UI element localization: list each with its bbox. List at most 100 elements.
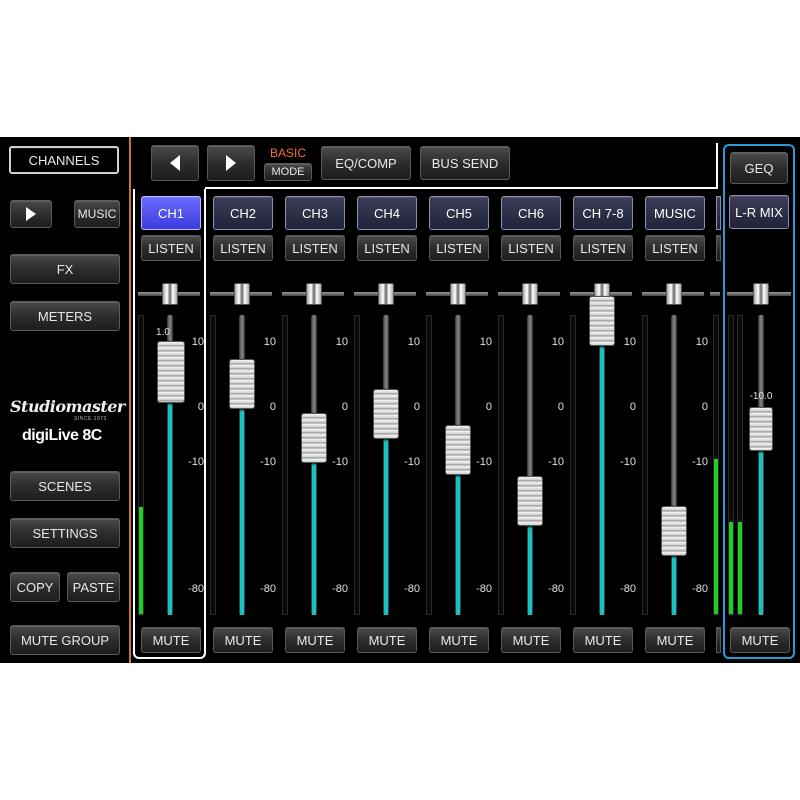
listen-button-8[interactable]: LISTEN <box>645 235 705 261</box>
level-meter-5 <box>426 315 432 615</box>
master-channel-tab[interactable]: L-R MIX <box>729 195 789 229</box>
mute-button-7[interactable]: MUTE <box>573 627 633 653</box>
bus-send-button[interactable]: BUS SEND <box>420 146 510 180</box>
mute-group-button[interactable]: MUTE GROUP <box>10 625 120 655</box>
channel-tab-2[interactable]: CH2 <box>213 196 273 230</box>
channel-tab-8[interactable]: MUSIC <box>645 196 705 230</box>
channel-scale-minus-80-6: -80 <box>548 583 564 595</box>
channel-scale-minus-10-4: -10 <box>404 456 420 468</box>
channel-tab-5[interactable]: CH5 <box>429 196 489 230</box>
master-pan-knob[interactable] <box>753 283 769 305</box>
channel-tab-1[interactable]: CH1 <box>141 196 201 230</box>
fx-button[interactable]: FX <box>10 254 120 284</box>
pan-knob-2[interactable] <box>234 283 250 305</box>
copy-button[interactable]: COPY <box>10 572 60 602</box>
channel-scale-plus-10-1: 10 <box>191 336 204 348</box>
level-meter-2 <box>210 315 216 615</box>
channel-area-line-right <box>716 143 718 189</box>
channel-scale-plus-10-6: 10 <box>551 336 564 348</box>
master-mute-button[interactable]: MUTE <box>730 627 790 653</box>
channel-scale-zero-4: 0 <box>413 401 420 413</box>
master-meter-right <box>737 315 743 615</box>
channel-scale-minus-80-8: -80 <box>692 583 708 595</box>
listen-button-6[interactable]: LISTEN <box>501 235 561 261</box>
listen-button-7[interactable]: LISTEN <box>573 235 633 261</box>
channel-scale-minus-10-6: -10 <box>548 456 564 468</box>
mixer-app: CHANNELS MUSIC FX METERS Studiomaster SI… <box>0 137 800 663</box>
channel-area-line-top <box>205 187 717 189</box>
fader-knob-8[interactable] <box>661 506 687 556</box>
pan-knob-5[interactable] <box>450 283 466 305</box>
channel-scale-zero-6: 0 <box>557 401 564 413</box>
level-meter-7 <box>570 315 576 615</box>
mute-button-2[interactable]: MUTE <box>213 627 273 653</box>
mute-button-5[interactable]: MUTE <box>429 627 489 653</box>
eq-comp-button[interactable]: EQ/COMP <box>321 146 411 180</box>
channel-scale-minus-10-1: -10 <box>188 456 204 468</box>
mute-button-3[interactable]: MUTE <box>285 627 345 653</box>
channel-scale-plus-10-8: 10 <box>695 336 708 348</box>
channel-tab-4[interactable]: CH4 <box>357 196 417 230</box>
brand-name: Studiomaster <box>10 397 125 416</box>
master-meter-left <box>728 315 734 615</box>
mute-button-8[interactable]: MUTE <box>645 627 705 653</box>
play-icon <box>26 207 36 221</box>
master-fader-knob[interactable] <box>749 407 773 451</box>
level-meter-4 <box>354 315 360 615</box>
channel-scale-minus-80-4: -80 <box>404 583 420 595</box>
fader-knob-1[interactable] <box>157 341 185 403</box>
channel-scale-zero-2: 0 <box>269 401 276 413</box>
channel-scale-plus-10-2: 10 <box>263 336 276 348</box>
level-meter-8 <box>642 315 648 615</box>
mute-button-6[interactable]: MUTE <box>501 627 561 653</box>
channel-tab-6[interactable]: CH6 <box>501 196 561 230</box>
channel-scale-minus-10-3: -10 <box>332 456 348 468</box>
channel-scale-minus-10-2: -10 <box>260 456 276 468</box>
channel-scale-plus-10-7: 10 <box>623 336 636 348</box>
pan-knob-4[interactable] <box>378 283 394 305</box>
channel-scale-zero-7: 0 <box>629 401 636 413</box>
geq-button[interactable]: GEQ <box>730 152 788 184</box>
prev-page-button[interactable] <box>151 145 199 181</box>
channel-scale-minus-80-1: -80 <box>188 583 204 595</box>
meters-button[interactable]: METERS <box>10 301 120 331</box>
fader-knob-4[interactable] <box>373 389 399 439</box>
channel-tab-3[interactable]: CH3 <box>285 196 345 230</box>
listen-button-4[interactable]: LISTEN <box>357 235 417 261</box>
fader-level-7 <box>600 321 604 615</box>
channel-scale-minus-80-2: -80 <box>260 583 276 595</box>
channel-scale-plus-10-3: 10 <box>335 336 348 348</box>
pan-track-partial <box>710 292 720 296</box>
studiomaster-logo: Studiomaster SINCE 1973 digiLive 8C <box>10 397 125 453</box>
listen-button-3[interactable]: LISTEN <box>285 235 345 261</box>
channel-tab-7[interactable]: CH 7-8 <box>573 196 633 230</box>
channel-scale-plus-10-4: 10 <box>407 336 420 348</box>
mute-button-1[interactable]: MUTE <box>141 627 201 653</box>
channels-button[interactable]: CHANNELS <box>9 146 119 174</box>
music-button[interactable]: MUSIC <box>74 200 120 228</box>
pan-knob-6[interactable] <box>522 283 538 305</box>
listen-button-1[interactable]: LISTEN <box>141 235 201 261</box>
mute-button-4[interactable]: MUTE <box>357 627 417 653</box>
chevron-right-icon <box>226 155 236 171</box>
fader-level-2 <box>240 384 244 615</box>
channel-scale-minus-10-5: -10 <box>476 456 492 468</box>
channel-scale-minus-10-8: -10 <box>692 456 708 468</box>
pan-knob-1[interactable] <box>162 283 178 305</box>
scenes-button[interactable]: SCENES <box>10 471 120 501</box>
channel-scale-minus-80-7: -80 <box>620 583 636 595</box>
level-meter-3 <box>282 315 288 615</box>
listen-button-5[interactable]: LISTEN <box>429 235 489 261</box>
pan-knob-8[interactable] <box>666 283 682 305</box>
level-meter-partial <box>713 315 719 615</box>
settings-button[interactable]: SETTINGS <box>10 518 120 548</box>
mode-button[interactable]: MODE <box>264 163 312 181</box>
master-fader-level <box>759 429 763 615</box>
pan-knob-3[interactable] <box>306 283 322 305</box>
chevron-left-icon <box>170 155 180 171</box>
play-button[interactable] <box>10 200 52 228</box>
paste-button[interactable]: PASTE <box>67 572 120 602</box>
fader-knob-6[interactable] <box>517 476 543 526</box>
listen-button-2[interactable]: LISTEN <box>213 235 273 261</box>
next-page-button[interactable] <box>207 145 255 181</box>
